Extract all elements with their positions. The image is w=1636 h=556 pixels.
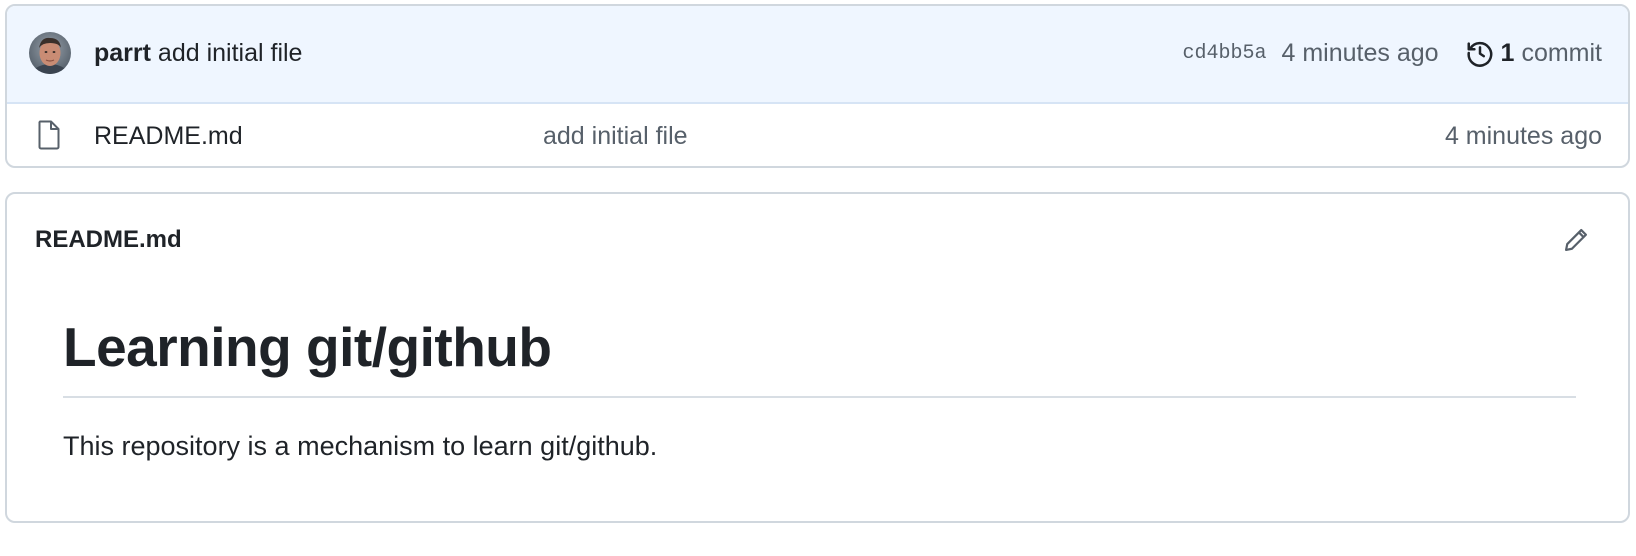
commit-count-label: commit [1521,38,1602,67]
commit-history-link[interactable]: 1 commit [1465,38,1602,68]
author-avatar[interactable] [29,32,71,74]
repo-page: parrt add initial file cd4bb5a 4 minutes… [0,0,1636,556]
readme-paragraph: This repository is a mechanism to learn … [63,431,658,461]
file-listing: parrt add initial file cd4bb5a 4 minutes… [5,4,1630,168]
readme-divider [63,396,1576,398]
readme-title[interactable]: README.md [35,225,182,255]
pencil-icon[interactable] [1562,226,1590,259]
readme-heading: Learning git/github [63,316,552,378]
latest-commit-bar: parrt add initial file cd4bb5a 4 minutes… [7,6,1628,104]
file-commit-time: 4 minutes ago [1444,122,1602,150]
commit-count: 1 [1500,38,1515,67]
readme-panel: README.md Learning git/github This repos… [5,192,1630,523]
file-commit-message[interactable]: add initial file [543,121,688,151]
file-row[interactable]: README.md add initial file 4 minutes ago [7,104,1628,166]
commit-author[interactable]: parrt [94,39,151,67]
history-icon [1467,41,1492,67]
commit-message[interactable]: add initial file [158,39,303,67]
commit-time: 4 minutes ago [1281,38,1439,67]
file-name-link[interactable]: README.md [94,121,243,151]
avatar-image [29,32,71,74]
commit-sha[interactable]: cd4bb5a [1182,42,1266,65]
commit-meta: cd4bb5a 4 minutes ago 1 commit [1182,38,1602,68]
file-icon [37,120,61,155]
latest-commit-message: parrt add initial file [94,38,302,68]
